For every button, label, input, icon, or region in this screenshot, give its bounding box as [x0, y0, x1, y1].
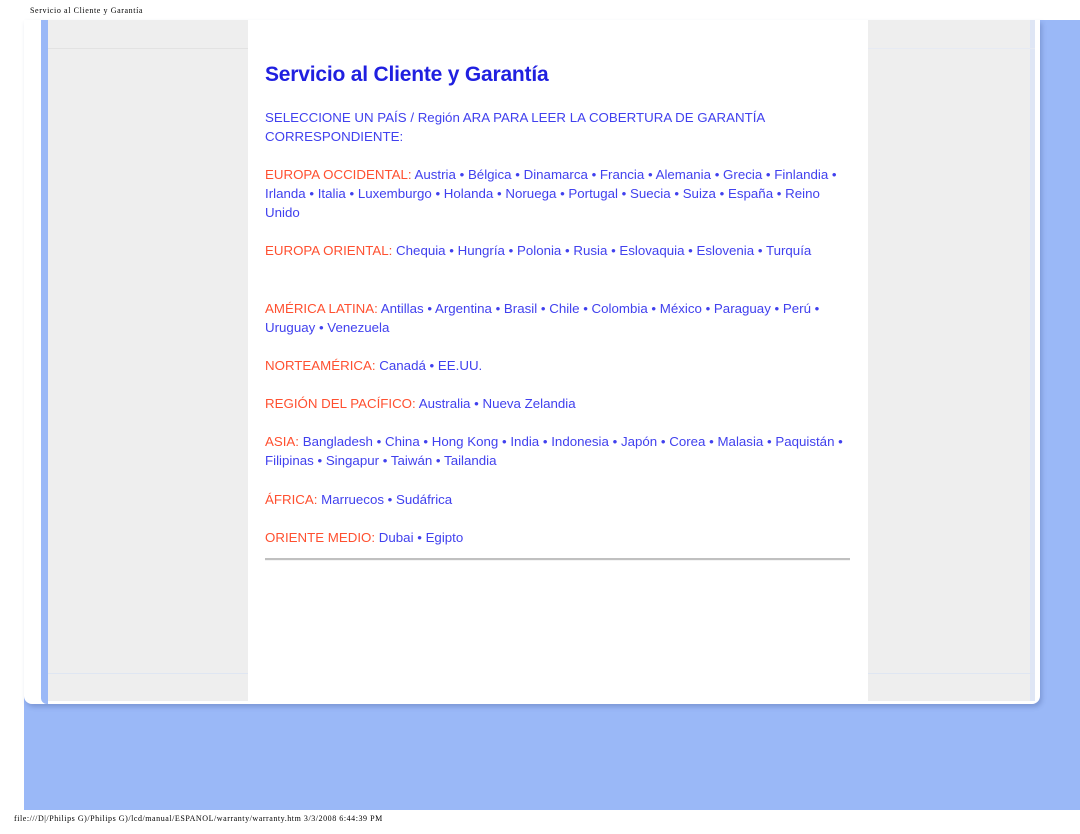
region-heading: ASIA:	[265, 434, 299, 450]
region-oriente-medio: ORIENTE MEDIO: Dubai • Egipto	[265, 528, 850, 547]
region-norteamerica: NORTEAMÉRICA: Canadá • EE.UU.	[265, 356, 850, 375]
content-horizontal-rule	[265, 558, 850, 561]
left-side-panel	[48, 20, 248, 701]
region-asia: ASIA: Bangladesh • China • Hong Kong • I…	[265, 432, 850, 470]
region-america-latina: AMÉRICA LATINA: Antillas • Argentina • B…	[265, 299, 850, 337]
region-countries[interactable]: Marruecos • Sudáfrica	[321, 492, 452, 507]
region-countries[interactable]: Dubai • Egipto	[379, 530, 464, 545]
region-heading: REGIÓN DEL PACÍFICO:	[265, 396, 416, 412]
left-blue-rail	[41, 20, 48, 704]
divider-bottom-right	[868, 673, 1035, 674]
region-africa: ÁFRICA: Marruecos • Sudáfrica	[265, 490, 850, 509]
divider-top-right	[868, 48, 1035, 49]
region-heading: ÁFRICA:	[265, 492, 318, 508]
print-header-title: Servicio al Cliente y Garantía	[30, 6, 144, 15]
region-europa-occidental: EUROPA OCCIDENTAL: Austria • Bélgica • D…	[265, 165, 850, 222]
region-countries[interactable]: Bangladesh • China • Hong Kong • India •…	[265, 434, 843, 468]
print-footer-path: file:///D|/Philips G)/Philips G)/lcd/man…	[14, 814, 383, 823]
region-pacifico: REGIÓN DEL PACÍFICO: Australia • Nueva Z…	[265, 394, 850, 413]
region-heading: NORTEAMÉRICA:	[265, 358, 376, 374]
region-heading: ORIENTE MEDIO:	[265, 530, 376, 546]
region-europa-oriental: EUROPA ORIENTAL: Chequia • Hungría • Pol…	[265, 241, 850, 260]
region-heading: EUROPA ORIENTAL:	[265, 243, 393, 259]
region-countries[interactable]: Chequia • Hungría • Polonia • Rusia • Es…	[396, 243, 811, 258]
intro-text: SELECCIONE UN PAÍS / Región ARA PARA LEE…	[265, 110, 765, 145]
divider-top-left	[48, 48, 248, 49]
region-heading: EUROPA OCCIDENTAL:	[265, 167, 412, 183]
right-side-panel	[868, 20, 1034, 701]
region-countries[interactable]: Canadá • EE.UU.	[379, 358, 482, 373]
page-title: Servicio al Cliente y Garantía	[265, 63, 549, 87]
divider-bottom-left	[48, 673, 248, 674]
region-heading: AMÉRICA LATINA:	[265, 301, 378, 317]
region-countries[interactable]: Australia • Nueva Zelandia	[419, 396, 576, 411]
right-panel-edge	[1030, 20, 1035, 701]
